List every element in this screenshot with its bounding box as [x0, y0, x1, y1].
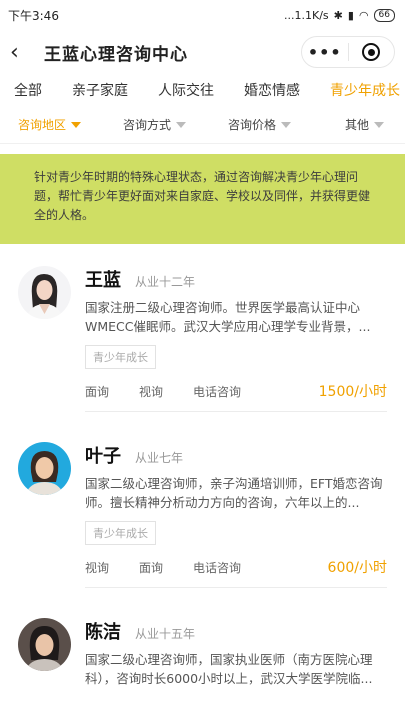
filter-bar: 咨询地区 咨询方式 咨询价格 其他 — [0, 106, 405, 144]
filter-region-label: 咨询地区 — [18, 118, 67, 132]
method-label: 视询 — [139, 384, 164, 399]
counselor-meta: 面询 视询 电话咨询 1500/小时 — [85, 381, 387, 401]
counselor-experience: 从业十二年 — [135, 275, 196, 289]
mini-program-capsule: ••• — [301, 36, 395, 68]
method-label: 电话咨询 — [193, 384, 242, 399]
counselor-meta: 视询 面询 电话咨询 600/小时 — [85, 557, 387, 577]
counselor-experience: 从业七年 — [135, 451, 184, 465]
status-icons: ...1.1K/s ✱ ▮ ◠ 66 — [284, 8, 395, 22]
network-speed: ...1.1K/s — [284, 8, 329, 22]
counselor-info: 陈洁 从业十五年 国家二级心理咨询师，国家执业医师（南方医院心理科），咨询时长6… — [85, 618, 387, 698]
counselor-list: 王蓝 从业十二年 国家注册二级心理咨询师。世界医学最高认证中心WMECC催眠师。… — [0, 244, 405, 698]
tab-all[interactable]: 全部 — [14, 80, 42, 100]
filter-method[interactable]: 咨询方式 — [123, 116, 187, 133]
counselor-name: 陈洁 — [85, 622, 121, 643]
counselor-description: 国家二级心理咨询师，亲子沟通培训师，EFT婚恋咨询师。擅长精神分析动力方向的咨询… — [85, 476, 383, 510]
bluetooth-icon: ✱ — [333, 8, 343, 22]
counselor-info: 叶子 从业七年 国家二级心理咨询师，亲子沟通培训师，EFT婚恋咨询师。擅长精神分… — [85, 442, 387, 588]
status-time: 下午3:46 — [8, 8, 59, 23]
counselor-price: 1500/小时 — [318, 384, 387, 400]
category-description-banner: 针对青少年时期的特殊心理状态，通过咨询解决青少年心理问题，帮忙青少年更好面对来自… — [0, 154, 405, 244]
caret-down-icon — [176, 121, 187, 128]
filter-other[interactable]: 其他 — [345, 116, 385, 133]
filter-method-label: 咨询方式 — [123, 118, 172, 132]
avatar — [18, 442, 71, 495]
counselor-card[interactable]: 王蓝 从业十二年 国家注册二级心理咨询师。世界医学最高认证中心WMECC催眠师。… — [18, 244, 387, 412]
tab-social[interactable]: 人际交往 — [158, 80, 214, 100]
page-title: 王蓝心理咨询中心 — [44, 44, 188, 65]
counselor-tag: 青少年成长 — [85, 345, 156, 369]
counselor-card[interactable]: 陈洁 从业十五年 国家二级心理咨询师，国家执业医师（南方医院心理科），咨询时长6… — [18, 588, 387, 698]
filter-region[interactable]: 咨询地区 — [18, 116, 82, 133]
method-label: 电话咨询 — [193, 560, 242, 575]
signal-icon: ▮ — [347, 8, 354, 22]
battery-icon: 66 — [373, 8, 395, 22]
counselor-description: 国家二级心理咨询师，国家执业医师（南方医院心理科），咨询时长6000小时以上，武… — [85, 652, 373, 686]
close-mini-program-icon[interactable] — [349, 43, 395, 61]
method-label: 面询 — [85, 384, 110, 399]
counselor-name: 王蓝 — [85, 270, 121, 291]
method-label: 面询 — [139, 560, 164, 575]
tab-romance[interactable]: 婚恋情感 — [244, 80, 300, 100]
filter-price[interactable]: 咨询价格 — [228, 116, 292, 133]
counselor-card[interactable]: 叶子 从业七年 国家二级心理咨询师，亲子沟通培训师，EFT婚恋咨询师。擅长精神分… — [18, 412, 387, 588]
more-icon[interactable]: ••• — [302, 43, 348, 62]
wifi-icon: ◠ — [358, 8, 369, 22]
caret-down-icon — [71, 121, 82, 128]
method-label: 视询 — [85, 560, 110, 575]
caret-down-icon — [374, 121, 385, 128]
status-bar: 下午3:46 ...1.1K/s ✱ ▮ ◠ 66 — [0, 0, 405, 30]
filter-price-label: 咨询价格 — [228, 118, 277, 132]
caret-down-icon — [281, 121, 292, 128]
category-tabs: 全部 亲子家庭 人际交往 婚恋情感 青少年成长 — [0, 74, 405, 106]
counselor-description: 国家注册二级心理咨询师。世界医学最高认证中心WMECC催眠师。武汉大学应用心理学… — [85, 300, 371, 334]
back-icon[interactable]: ‹ — [10, 40, 36, 65]
counselor-tag: 青少年成长 — [85, 521, 156, 545]
tab-teen-growth[interactable]: 青少年成长 — [330, 80, 400, 100]
counselor-experience: 从业十五年 — [135, 627, 196, 641]
counselor-price: 600/小时 — [327, 560, 387, 576]
counselor-name: 叶子 — [85, 446, 121, 467]
tab-family[interactable]: 亲子家庭 — [72, 80, 128, 100]
nav-bar: ‹ 王蓝心理咨询中心 ••• — [0, 30, 405, 74]
avatar — [18, 266, 71, 319]
avatar — [18, 618, 71, 671]
filter-other-label: 其他 — [345, 118, 370, 132]
counselor-info: 王蓝 从业十二年 国家注册二级心理咨询师。世界医学最高认证中心WMECC催眠师。… — [85, 266, 387, 412]
